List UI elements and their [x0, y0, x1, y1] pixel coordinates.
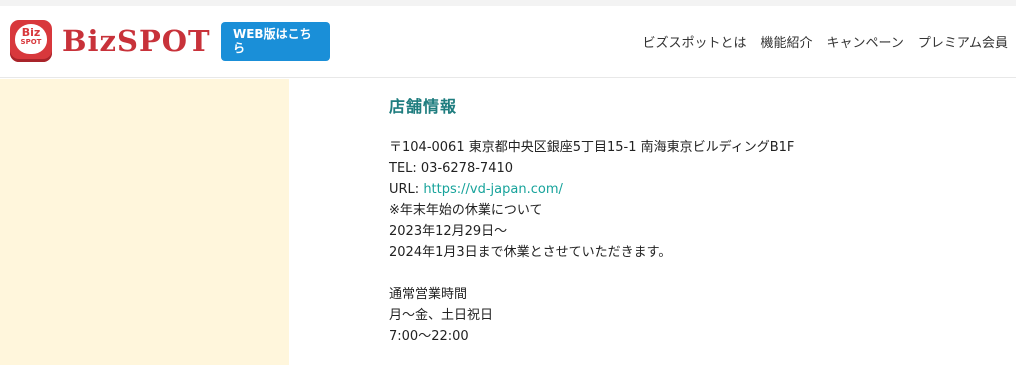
- nav-premium[interactable]: プレミアム会員: [918, 32, 1008, 51]
- hours-time: 7:00〜22:00: [389, 329, 469, 344]
- store-url-line: URL: https://vd-japan.com/: [389, 179, 989, 200]
- main-nav: ビズスポットとは 機能紹介 キャンペーン プレミアム会員: [643, 32, 1008, 51]
- bizspot-app-icon: Biz SPOT: [10, 20, 52, 62]
- left-panel: [0, 79, 289, 365]
- web-version-button[interactable]: WEB版はこちら: [221, 22, 330, 61]
- bizspot-logo[interactable]: Biz SPOT BizSPOT: [10, 20, 211, 62]
- site-header: Biz SPOT BizSPOT WEB版はこちら ビズスポットとは 機能紹介 …: [0, 6, 1016, 78]
- nav-campaign[interactable]: キャンペーン: [827, 32, 904, 51]
- store-info: 店舗情報 〒104-0061 東京都中央区銀座5丁目15-1 南海東京ビルディン…: [389, 93, 989, 347]
- logo-wordmark: BizSPOT: [62, 24, 211, 58]
- store-url-link[interactable]: https://vd-japan.com/: [423, 182, 563, 197]
- nav-about[interactable]: ビズスポットとは: [643, 32, 747, 51]
- store-tel: TEL: 03-6278-7410: [389, 161, 514, 176]
- store-info-title: 店舗情報: [389, 97, 458, 116]
- nav-features[interactable]: 機能紹介: [761, 32, 813, 51]
- store-address: 〒104-0061 東京都中央区銀座5丁目15-1 南海東京ビルディングB1F: [389, 140, 795, 155]
- hours-heading: 通常営業時間: [389, 287, 468, 302]
- store-url-label: URL:: [389, 182, 424, 197]
- holiday-notice-heading: ※年末年始の休業について: [389, 203, 543, 218]
- holiday-notice-to: 2024年1月3日まで休業とさせていただきます。: [389, 245, 672, 260]
- app-icon-spot: SPOT: [20, 38, 42, 46]
- holiday-notice-from: 2023年12月29日〜: [389, 224, 508, 239]
- hours-days: 月〜金、土日祝日: [389, 308, 494, 323]
